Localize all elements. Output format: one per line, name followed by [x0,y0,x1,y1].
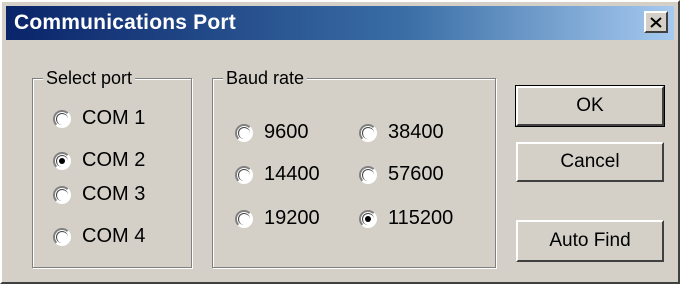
radio-button-icon [53,185,71,204]
radio-com1[interactable]: COM 1 [53,107,145,130]
radio-label: COM 4 [82,225,146,247]
cancel-button[interactable]: Cancel [516,142,664,182]
radio-baud-38400[interactable]: 38400 [359,121,444,144]
radio-label: COM 1 [82,107,146,129]
radio-baud-57600[interactable]: 57600 [359,163,444,186]
radio-label: 38400 [388,121,444,143]
radio-label: 115200 [388,207,454,229]
radio-label: COM 3 [82,183,146,205]
radio-com2[interactable]: COM 2 [53,149,145,172]
radio-button-icon [235,123,253,142]
radio-button-icon [359,165,377,184]
auto-find-button[interactable]: Auto Find [516,220,664,262]
radio-baud-115200[interactable]: 115200 [359,207,453,230]
select-port-label: Select port [43,66,136,90]
radio-button-icon [53,227,71,246]
baud-rate-label: Baud rate [223,66,308,90]
radio-com3[interactable]: COM 3 [53,183,145,206]
radio-label: 57600 [388,163,444,185]
radio-baud-19200[interactable]: 19200 [235,207,320,230]
radio-button-icon [235,209,253,228]
radio-button-icon [53,109,71,128]
radio-label: 19200 [264,207,320,229]
title-bar[interactable]: Communications Port [6,6,674,40]
close-button[interactable] [644,11,668,33]
radio-button-icon [235,165,253,184]
radio-label: COM 2 [82,149,146,171]
communications-port-dialog: Communications Port Select port COM 1 CO… [0,0,680,284]
radio-label: 14400 [264,163,320,185]
radio-baud-9600[interactable]: 9600 [235,121,309,144]
radio-baud-14400[interactable]: 14400 [235,163,320,186]
ok-button[interactable]: OK [515,85,665,127]
close-icon [650,16,662,28]
radio-label: 9600 [264,121,309,143]
radio-button-icon [359,123,377,142]
radio-button-icon [359,209,377,228]
baud-rate-group: Baud rate 9600 38400 14400 57600 19200 1… [212,66,496,268]
radio-button-icon [53,151,71,170]
select-port-group: Select port COM 1 COM 2 COM 3 COM 4 [32,66,192,268]
radio-com4[interactable]: COM 4 [53,225,145,248]
window-title: Communications Port [14,11,236,34]
